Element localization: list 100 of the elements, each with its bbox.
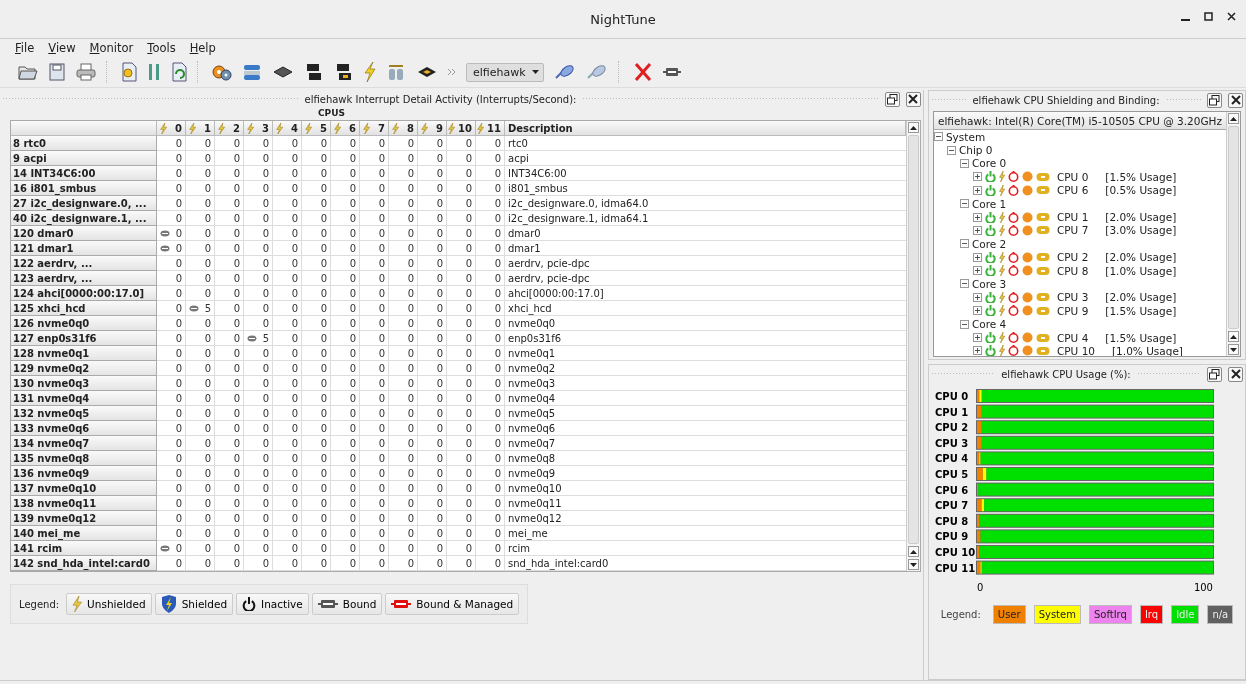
float-button[interactable]: [884, 91, 900, 107]
close-button[interactable]: [1228, 366, 1243, 382]
table-cell: 0: [331, 511, 360, 526]
tree-item[interactable]: CPU 2: [1056, 251, 1089, 264]
expand-icon[interactable]: [972, 333, 982, 343]
table-cell: 0: [244, 496, 273, 511]
expand-icon[interactable]: [972, 252, 982, 262]
chip-icon[interactable]: [416, 65, 438, 79]
menu-item[interactable]: Tools: [142, 41, 181, 55]
document-arrow-icon[interactable]: [171, 62, 187, 82]
document-icon[interactable]: [121, 62, 137, 82]
scroll-up-button[interactable]: [1228, 113, 1239, 124]
tree-item[interactable]: Core 1: [971, 197, 1007, 210]
category-label: CPU 8: [934, 515, 969, 527]
float-button[interactable]: [1207, 92, 1222, 108]
power-icon: [984, 211, 996, 223]
tree-item[interactable]: Chip 0: [958, 144, 993, 157]
gears-icon[interactable]: [212, 63, 232, 81]
menu-item[interactable]: File: [10, 41, 40, 55]
column-header[interactable]: 8: [389, 121, 418, 136]
column-header[interactable]: Description: [505, 121, 906, 136]
collapse-icon[interactable]: [959, 239, 969, 249]
column-header[interactable]: 0: [157, 121, 186, 136]
column-header[interactable]: 10: [447, 121, 476, 136]
cylinders-icon[interactable]: [386, 62, 406, 82]
shield-icon: [160, 595, 177, 613]
scroll-up-button[interactable]: [1228, 331, 1239, 342]
column-header[interactable]: 9: [418, 121, 447, 136]
expand-icon[interactable]: [972, 292, 982, 302]
column-header[interactable]: 11: [476, 121, 505, 136]
tree-item[interactable]: System: [945, 130, 986, 143]
collapse-icon[interactable]: [933, 132, 943, 142]
tree-item[interactable]: CPU 7: [1056, 224, 1089, 237]
server-icon[interactable]: [242, 63, 262, 81]
tree-item[interactable]: CPU 8: [1056, 264, 1089, 277]
close-button[interactable]: [905, 91, 921, 107]
scroll-up-button[interactable]: [907, 122, 919, 133]
scroll-up-button[interactable]: [907, 546, 919, 557]
lightning-icon[interactable]: [364, 62, 376, 82]
expand-icon[interactable]: [972, 185, 982, 195]
tree-item[interactable]: CPU 1: [1056, 211, 1089, 224]
tree-item[interactable]: Core 2: [971, 237, 1007, 250]
expand-icon[interactable]: [972, 266, 982, 276]
column-header[interactable]: 7: [360, 121, 389, 136]
legend-button[interactable]: Inactive: [236, 593, 309, 615]
pause-icon[interactable]: [147, 62, 161, 82]
column-header[interactable]: 6: [331, 121, 360, 136]
legend-button[interactable]: Unshielded: [66, 593, 152, 615]
expand-icon[interactable]: [972, 346, 982, 356]
expand-icon[interactable]: [972, 172, 982, 182]
column-header[interactable]: 5: [302, 121, 331, 136]
scrollbar[interactable]: [1226, 112, 1240, 356]
tree-item[interactable]: CPU 6: [1056, 184, 1089, 197]
printer-icon[interactable]: [76, 63, 96, 81]
scroll-down-button[interactable]: [1228, 344, 1239, 355]
scroll-down-button[interactable]: [907, 559, 919, 570]
host-dropdown[interactable]: elfiehawk: [466, 62, 544, 82]
tree-item[interactable]: CPU 4: [1056, 331, 1089, 344]
table-cell: 0: [215, 346, 244, 361]
collapse-icon[interactable]: [959, 158, 969, 168]
tree-item[interactable]: CPU 3: [1056, 291, 1089, 304]
chips-icon[interactable]: [334, 62, 354, 82]
menu-item[interactable]: Monitor: [84, 41, 139, 55]
folder-icon[interactable]: [18, 63, 38, 81]
table-cell: 0: [302, 346, 331, 361]
column-header[interactable]: 2: [215, 121, 244, 136]
close-button[interactable]: [1228, 92, 1243, 108]
close-button[interactable]: [1227, 12, 1236, 21]
tree-item[interactable]: CPU 10: [1056, 344, 1095, 356]
collapse-icon[interactable]: [959, 279, 969, 289]
tree-item[interactable]: Core 3: [971, 278, 1007, 290]
menu-item[interactable]: Help: [184, 41, 221, 55]
expand-icon[interactable]: [972, 212, 982, 222]
chip-icon[interactable]: [272, 65, 294, 79]
expand-icon[interactable]: [972, 225, 982, 235]
column-header[interactable]: 4: [273, 121, 302, 136]
chips-icon[interactable]: [304, 62, 324, 82]
column-header[interactable]: 3: [244, 121, 273, 136]
tree-item[interactable]: CPU 9: [1056, 304, 1089, 317]
tree-item[interactable]: CPU 0: [1056, 170, 1089, 183]
legend-button[interactable]: Bound: [311, 593, 383, 615]
table-cell: 0: [389, 151, 418, 166]
tree-item[interactable]: Core 0: [971, 157, 1007, 170]
plug-icon[interactable]: [585, 64, 608, 80]
collapse-icon[interactable]: [946, 145, 956, 155]
expand-icon[interactable]: [972, 306, 982, 316]
table-cell: nvme0q0: [505, 316, 906, 331]
maximize-button[interactable]: [1204, 12, 1213, 21]
tree-item[interactable]: Core 4: [971, 318, 1007, 331]
column-header[interactable]: 1: [186, 121, 215, 136]
cross-icon[interactable]: [632, 62, 653, 82]
plug-icon[interactable]: [553, 64, 576, 80]
float-button[interactable]: [1207, 366, 1222, 382]
collapse-icon[interactable]: [959, 199, 969, 209]
legend-button[interactable]: Bound & Managed: [385, 593, 520, 615]
legend-button[interactable]: Shielded: [154, 593, 234, 615]
save-icon[interactable]: [48, 63, 66, 81]
menu-item[interactable]: View: [43, 41, 81, 55]
scrollbar[interactable]: [905, 121, 920, 571]
collapse-icon[interactable]: [959, 319, 969, 329]
